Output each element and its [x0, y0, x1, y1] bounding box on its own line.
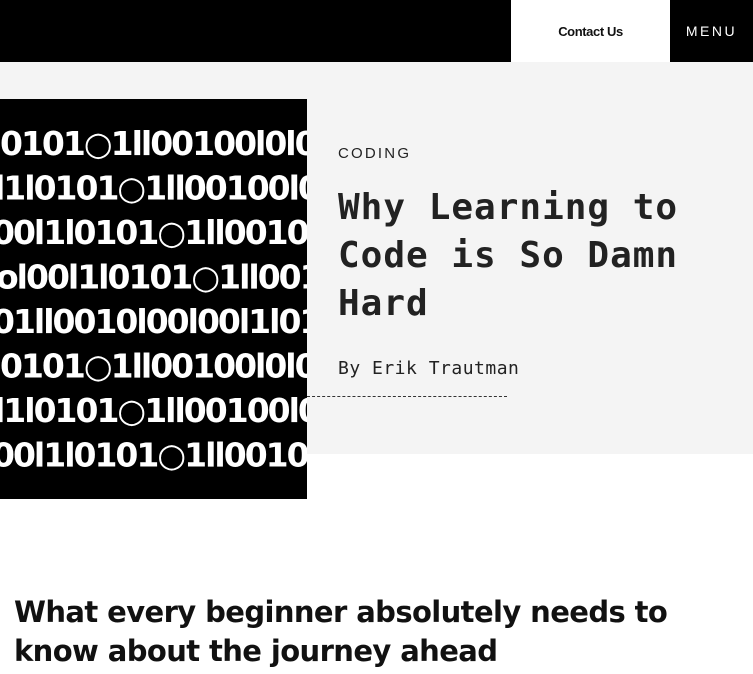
binary-row: ol00l1l0101○1ll001 — [0, 258, 307, 297]
binary-code-hero-image: 0101○1ll00100l0l0l l1l0101○1ll00100l0 00l1… — [0, 99, 307, 499]
binary-row: 0101○1ll00100l0l0l — [0, 124, 307, 163]
binary-code-graphic: 0101○1ll00100l0l0l l1l0101○1ll00100l0 00l1… — [0, 124, 307, 475]
binary-row: 01ll0010l00l00l1l0101 — [0, 302, 307, 341]
binary-row: 0101○1ll00100l0l0l — [0, 347, 307, 386]
article-category[interactable]: CODING — [338, 145, 411, 162]
contact-us-button[interactable]: Contact Us — [511, 0, 670, 62]
article-title: Why Learning to Code is So Damn Hard — [338, 187, 679, 324]
binary-row: l1l0101○1ll00100l0 — [0, 391, 307, 430]
article-byline[interactable]: By Erik Trautman — [338, 358, 519, 379]
binary-row: 00l1l0101○1ll0010 — [0, 436, 307, 475]
article-subtitle: What every beginner absolutely needs to … — [14, 595, 668, 668]
top-nav-bar: Contact Us MENU — [0, 0, 753, 62]
binary-row: 00l1l0101○1ll0010 — [0, 213, 307, 252]
binary-row: l1l0101○1ll00100l0 — [0, 169, 307, 208]
dashed-divider — [307, 396, 507, 397]
menu-button[interactable]: MENU — [670, 0, 753, 62]
